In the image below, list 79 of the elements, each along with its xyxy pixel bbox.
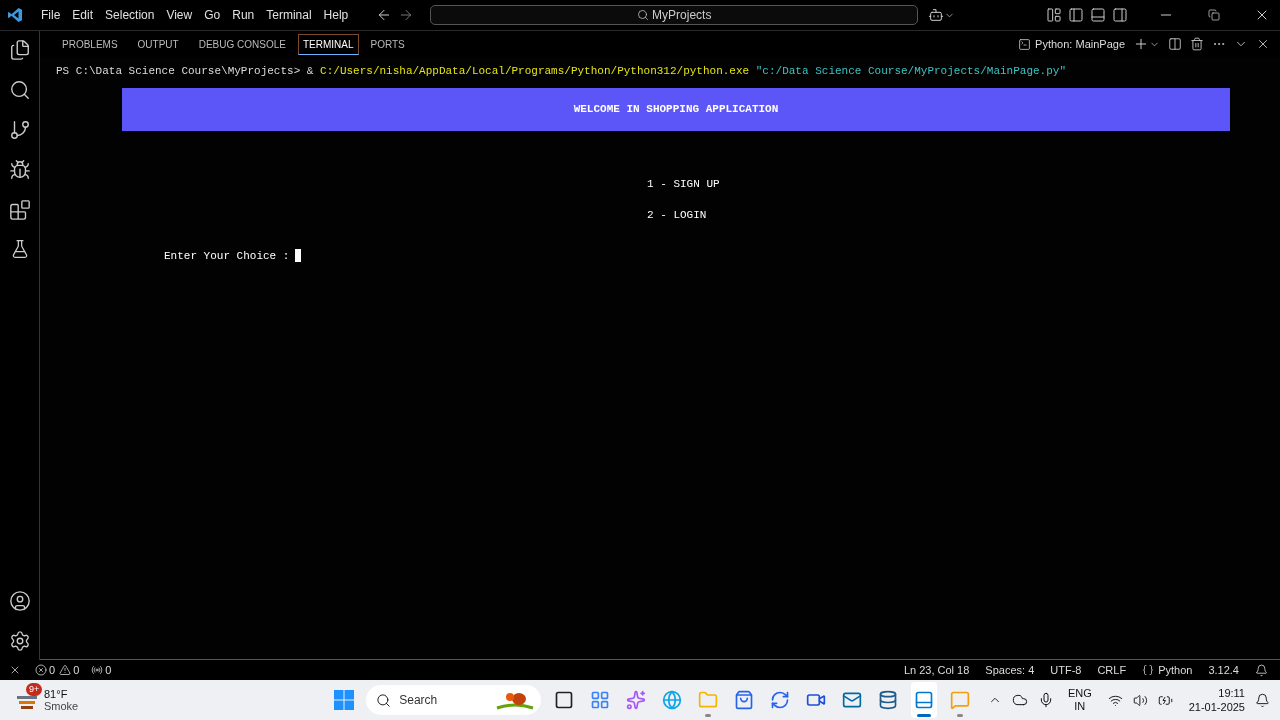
robot-icon: [928, 7, 945, 23]
panel-tab[interactable]: PORTS: [366, 34, 409, 54]
menu-item[interactable]: File: [35, 6, 67, 24]
command-center[interactable]: MyProjects: [430, 5, 919, 25]
database-icon: [878, 690, 899, 710]
notification-badge: 9+: [26, 683, 43, 696]
cloud-icon[interactable]: [1011, 692, 1028, 708]
square-icon: [554, 690, 575, 710]
globe-icon: [662, 690, 683, 710]
chat-icon: [950, 690, 971, 710]
menu-option: 1 - SIGN UP: [647, 175, 1255, 192]
start-icon[interactable]: [334, 690, 355, 710]
panel-tab[interactable]: OUTPUT: [133, 34, 183, 54]
braces-icon: [1142, 664, 1155, 676]
close-icon[interactable]: [1256, 37, 1270, 51]
antenna-icon: [91, 664, 104, 676]
panel-tab[interactable]: PROBLEMS: [58, 34, 122, 54]
explorer-icon[interactable]: [8, 39, 31, 61]
split-icon[interactable]: [1168, 37, 1182, 51]
text-cursor: [295, 249, 302, 263]
menu-item[interactable]: Selection: [99, 6, 161, 24]
volume-icon[interactable]: [1132, 692, 1148, 708]
restore-icon[interactable]: [1208, 9, 1220, 21]
menu-item[interactable]: Terminal: [260, 6, 318, 24]
terminal-instance[interactable]: Python: MainPage: [1018, 35, 1125, 53]
window-icon: [914, 690, 935, 710]
account-icon[interactable]: [8, 590, 31, 612]
status-item[interactable]: CRLF: [1097, 661, 1127, 679]
search-icon[interactable]: [8, 79, 31, 101]
shopping-bag-icon: [734, 690, 755, 710]
status-item[interactable]: Ln 23, Col 18: [903, 661, 970, 679]
secondary-sidebar-icon[interactable]: [1112, 7, 1128, 23]
menu-item[interactable]: View: [160, 6, 199, 24]
panel-toggle-icon[interactable]: [1090, 7, 1106, 23]
trash-icon[interactable]: [1190, 37, 1204, 51]
sync-icon: [770, 690, 791, 710]
ports-status[interactable]: 0: [91, 661, 112, 679]
panel-tab[interactable]: TERMINAL: [297, 33, 359, 55]
extensions-icon[interactable]: [8, 199, 31, 221]
notification-icon[interactable]: [1255, 692, 1270, 708]
menu-item[interactable]: Help: [317, 6, 355, 24]
grid-icon: [590, 690, 611, 710]
settings-icon[interactable]: [8, 630, 31, 652]
remote-icon[interactable]: [9, 664, 21, 676]
sparkle-icon: [626, 690, 647, 710]
weather-condition: Smoke: [44, 700, 79, 712]
language-mode[interactable]: Python: [1142, 661, 1193, 679]
search-icon: [376, 692, 392, 708]
run-debug-icon[interactable]: [8, 159, 31, 181]
status-item[interactable]: UTF-8: [1050, 661, 1082, 679]
clock[interactable]: 19:11 21-01-2025: [1188, 686, 1245, 714]
layout-icon[interactable]: [1046, 7, 1062, 23]
search-icon: [637, 9, 650, 21]
mail-icon: [842, 690, 863, 710]
menu-item[interactable]: Go: [198, 6, 227, 24]
workspace-name: MyProjects: [652, 7, 712, 24]
problems-status[interactable]: 0 0: [35, 661, 80, 679]
temperature: 81°F: [44, 688, 69, 700]
panel-tab[interactable]: DEBUG CONSOLE: [194, 34, 290, 54]
app-logo-icon: [7, 7, 23, 23]
banner-title: WELCOME IN SHOPPING APPLICATION: [573, 101, 779, 117]
menu-item[interactable]: Run: [226, 6, 261, 24]
folder-icon: [698, 690, 719, 710]
menu-item[interactable]: Edit: [66, 6, 100, 24]
error-icon: [35, 664, 47, 676]
status-item[interactable]: 3.12.4: [1208, 661, 1239, 679]
warning-icon: [59, 664, 72, 676]
bell-icon[interactable]: [1255, 663, 1268, 677]
source-control-icon[interactable]: [8, 119, 31, 141]
terminal-icon: [1018, 37, 1032, 51]
status-item[interactable]: Spaces: 4: [985, 661, 1035, 679]
input-language[interactable]: ENG IN: [1067, 687, 1092, 713]
menu-option: 2 - LOGIN: [647, 207, 1255, 224]
input-prompt: Enter Your Choice :: [164, 248, 290, 264]
taskbar-search[interactable]: Search: [366, 685, 542, 715]
copilot-button[interactable]: [928, 7, 956, 23]
new-terminal-icon[interactable]: [1133, 36, 1149, 52]
terminal-command-line: PS C:\Data Science Course\MyProjects> & C:/Users/nisha/AppData/Local/Programs/Python/Python312/python.exe "c:/Data Science Course/MyProjects/MainPage.py": [56, 64, 1068, 79]
sidebar-toggle-icon[interactable]: [1068, 7, 1084, 23]
